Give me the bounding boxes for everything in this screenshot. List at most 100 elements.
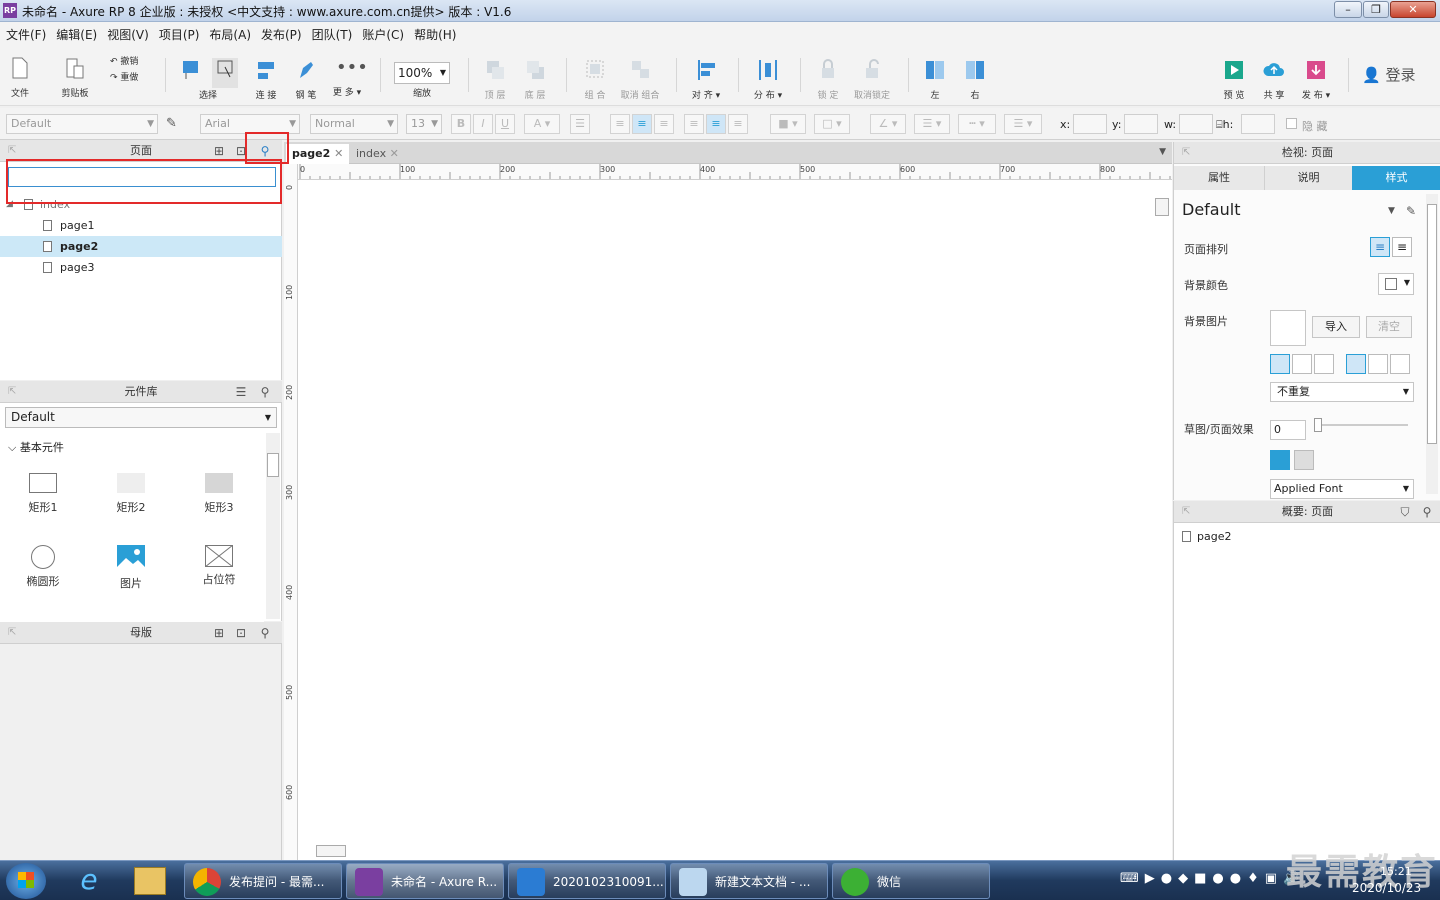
import-button[interactable]: 导入: [1312, 316, 1360, 338]
select-mode-button[interactable]: [178, 58, 204, 88]
filter-icon[interactable]: ⛉: [1398, 505, 1412, 519]
search-icon[interactable]: ⚲: [258, 385, 272, 399]
hide-checkbox[interactable]: [1286, 118, 1297, 129]
pin-icon[interactable]: ⇱: [1182, 142, 1190, 164]
align-right-text-button[interactable]: ≡: [654, 114, 674, 134]
widget-ellipse[interactable]: 椭圆形: [13, 545, 73, 589]
maximize-button[interactable]: ❐: [1363, 1, 1389, 18]
bring-to-front-button[interactable]: 顶 层: [480, 58, 510, 101]
search-icon[interactable]: ⚲: [258, 626, 272, 640]
tabs-dropdown-icon[interactable]: ▼: [1159, 147, 1166, 157]
menu-icon[interactable]: ☰: [234, 385, 248, 399]
style-select[interactable]: Default ▼: [6, 114, 158, 134]
menu-file[interactable]: 文件(F): [0, 22, 50, 43]
x-input[interactable]: [1073, 114, 1107, 134]
w-input[interactable]: [1179, 114, 1213, 134]
undo-button[interactable]: ↶ 撤销: [110, 54, 150, 67]
line-color-button[interactable]: ∠ ▾: [870, 114, 906, 134]
chevron-down-icon[interactable]: ▼: [1388, 206, 1395, 216]
canvas-area[interactable]: [284, 142, 1172, 860]
ie-icon[interactable]: e: [72, 865, 106, 897]
valign-bottom-button[interactable]: ≡: [728, 114, 748, 134]
bg-color-picker[interactable]: ▼: [1378, 273, 1414, 295]
page-item-page3[interactable]: page3: [0, 257, 282, 278]
add-page-icon[interactable]: ⊞: [212, 144, 226, 158]
font-family-select[interactable]: Arial ▼: [200, 114, 300, 134]
left-button[interactable]: 左: [920, 58, 950, 101]
align-center-text-button[interactable]: ≡: [632, 114, 652, 134]
font-select[interactable]: Applied Font ▼: [1270, 479, 1414, 499]
distribute-button[interactable]: 分 布 ▾: [750, 58, 786, 101]
h-input[interactable]: [1241, 114, 1275, 134]
scroll-thumb[interactable]: [1155, 198, 1169, 216]
scroll-thumb[interactable]: [1427, 204, 1437, 444]
tab-properties[interactable]: 属性: [1174, 166, 1264, 190]
menu-edit[interactable]: 编辑(E): [50, 22, 101, 43]
pin-icon[interactable]: ⇱: [8, 381, 16, 403]
valign-middle-button[interactable]: ≡: [706, 114, 726, 134]
send-to-back-button[interactable]: 底 层: [520, 58, 550, 101]
align-center-page-button[interactable]: ≡: [1392, 237, 1412, 257]
widget-rect1[interactable]: 矩形1: [13, 473, 73, 515]
align-right-image-icon[interactable]: [1314, 354, 1334, 374]
close-tab-icon[interactable]: ✕: [390, 147, 399, 160]
align-center-image-icon[interactable]: [1292, 354, 1312, 374]
shadow-button[interactable]: □ ▾: [814, 114, 850, 134]
category-header[interactable]: ⌵ 基本元件: [8, 439, 64, 455]
font-size-select[interactable]: 13 ▼: [406, 114, 442, 134]
inspector-scrollbar[interactable]: [1426, 194, 1438, 494]
pin-icon[interactable]: ⇱: [1182, 501, 1190, 523]
add-master-icon[interactable]: ⊞: [212, 626, 226, 640]
widget-rect3[interactable]: 矩形3: [189, 473, 249, 515]
bold-button[interactable]: B: [451, 114, 471, 134]
taskbar-item-axure[interactable]: 未命名 - Axure R...: [346, 863, 504, 899]
start-button[interactable]: [6, 863, 46, 899]
clipboard-button[interactable]: 剪贴板: [58, 56, 92, 99]
taskbar-item-notepad[interactable]: 新建文本文档 - ...: [670, 863, 828, 899]
zoom-select[interactable]: 100% ▼: [394, 62, 450, 84]
taskbar-item-wechat[interactable]: 微信: [832, 863, 990, 899]
line-style-button[interactable]: ┅ ▾: [958, 114, 996, 134]
align-top-image-icon[interactable]: [1346, 354, 1366, 374]
pin-icon[interactable]: ⇱: [8, 622, 16, 644]
widget-placeholder[interactable]: 占位符: [189, 545, 249, 587]
widget-image[interactable]: 图片: [101, 545, 161, 591]
scroll-thumb[interactable]: [267, 453, 279, 477]
intersect-select-button[interactable]: [212, 58, 238, 88]
share-button[interactable]: 共 享: [1258, 58, 1290, 101]
taskbar-item-doc[interactable]: 2020102310091...: [508, 863, 666, 899]
align-left-text-button[interactable]: ≡: [610, 114, 630, 134]
library-select[interactable]: Default ▼: [5, 407, 277, 428]
grayscale-image-icon[interactable]: [1294, 450, 1314, 470]
font-color-button[interactable]: A ▾: [524, 114, 560, 134]
minimize-button[interactable]: –: [1334, 1, 1362, 18]
menu-help[interactable]: 帮助(H): [408, 22, 460, 43]
canvas-horizontal-scrollbar[interactable]: [298, 844, 1154, 858]
right-button[interactable]: 右: [960, 58, 990, 101]
menu-team[interactable]: 团队(T): [306, 22, 357, 43]
color-image-icon[interactable]: [1270, 450, 1290, 470]
pen-button[interactable]: 钢 笔: [292, 58, 320, 101]
sketch-value-input[interactable]: 0: [1270, 420, 1306, 440]
bullet-list-button[interactable]: ☰: [570, 114, 590, 134]
sketch-slider[interactable]: [1314, 418, 1408, 432]
tab-notes[interactable]: 说明: [1264, 166, 1352, 190]
lock-button[interactable]: 锁 定: [812, 58, 844, 101]
ungroup-button[interactable]: 取消 组合: [618, 58, 662, 101]
explorer-icon[interactable]: [134, 867, 166, 895]
widget-rect2[interactable]: 矩形2: [101, 473, 161, 515]
redo-button[interactable]: ↷ 重做: [110, 70, 150, 83]
font-weight-select[interactable]: Normal ▼: [310, 114, 398, 134]
scroll-thumb[interactable]: [316, 845, 346, 857]
underline-button[interactable]: U: [495, 114, 515, 134]
edit-style-icon[interactable]: ✎: [166, 116, 177, 131]
align-button[interactable]: 对 齐 ▾: [688, 58, 724, 101]
tab-index[interactable]: index ✕: [350, 144, 405, 164]
outline-item[interactable]: page2: [1182, 529, 1231, 543]
y-input[interactable]: [1124, 114, 1158, 134]
line-width-button[interactable]: ☰ ▾: [914, 114, 950, 134]
menu-project[interactable]: 项目(P): [153, 22, 204, 43]
arrow-style-button[interactable]: ☰ ▾: [1004, 114, 1042, 134]
preview-button[interactable]: 预 览: [1218, 58, 1250, 101]
slider-thumb[interactable]: [1314, 418, 1322, 432]
